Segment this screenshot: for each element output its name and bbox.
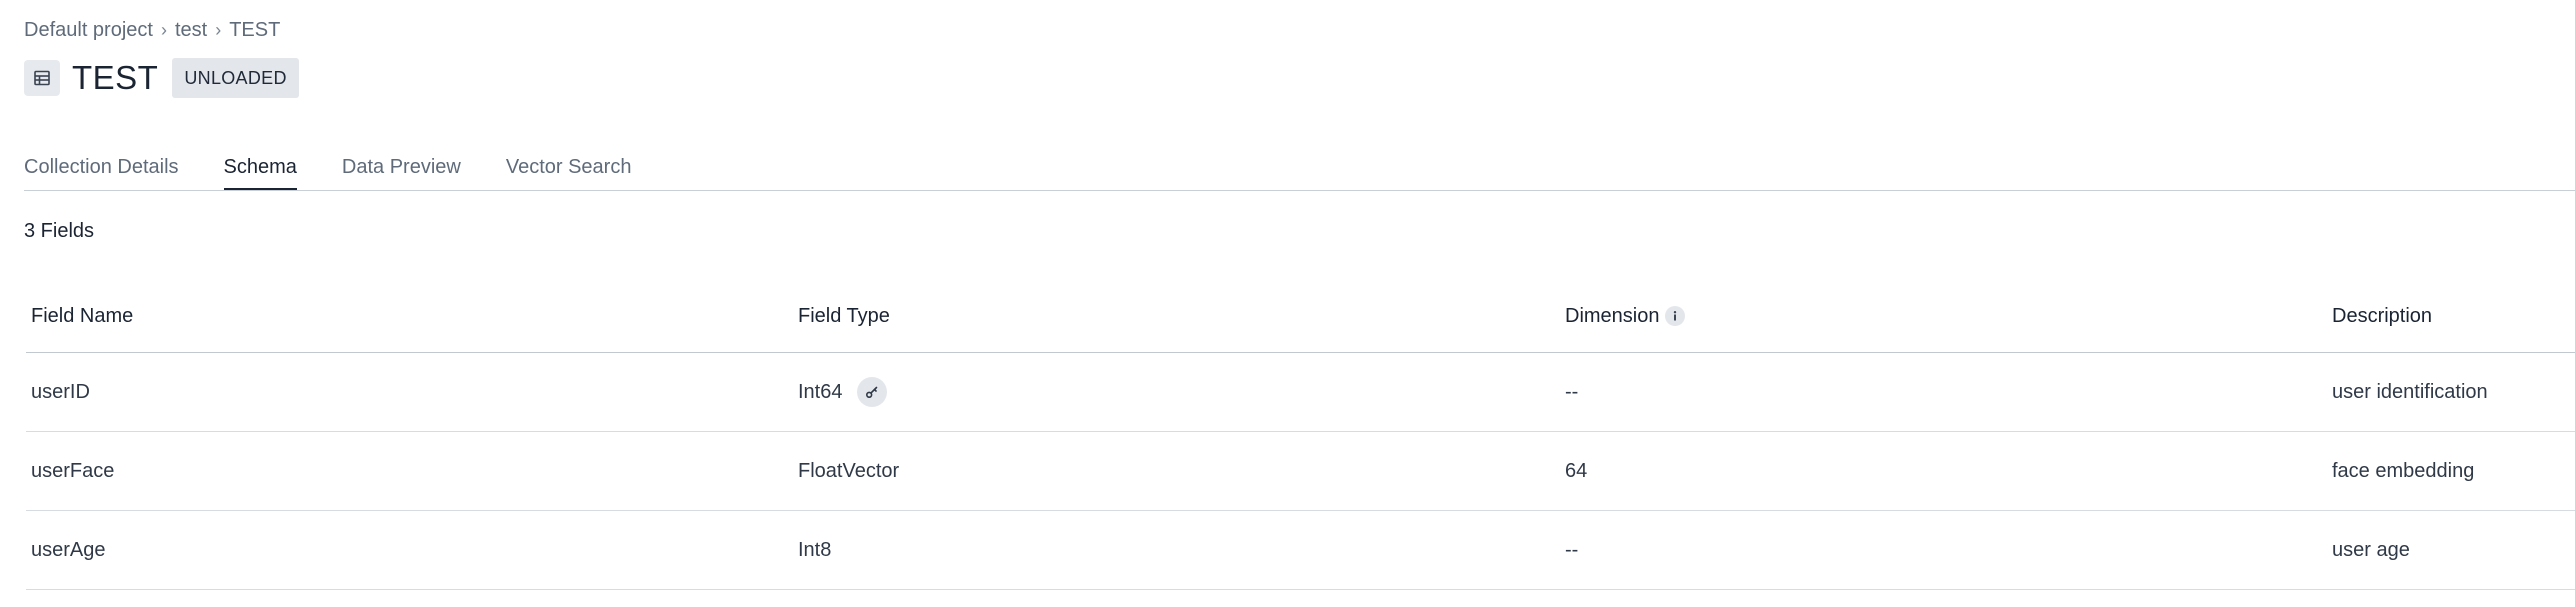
field-type-cell: Int8 [798,538,832,561]
description-cell: user age [2332,538,2410,561]
field-type-cell: FloatVector [798,459,900,482]
collection-header: TEST UNLOADED [24,58,299,98]
field-type-cell: Int64 [793,377,1560,407]
column-header-field-name: Field Name [31,304,134,327]
table-icon [24,60,60,96]
info-icon[interactable] [1665,306,1686,326]
breadcrumb-database[interactable]: test [175,19,207,42]
breadcrumb-separator: › [160,19,167,40]
description-cell: user identification [2332,380,2488,403]
field-name-cell: userID [31,380,90,403]
column-header-dimension-label: Dimension [1565,304,1660,327]
tab-collection-details[interactable]: Collection Details [24,150,179,191]
description-cell: face embedding [2332,459,2475,482]
field-type-label: Int64 [798,380,843,403]
table-header: Field Name Field Type Dimension Descript… [26,280,2575,353]
column-header-dimension: Dimension [1560,305,2327,328]
tab-data-preview[interactable]: Data Preview [342,150,461,191]
table-row: userFace FloatVector 64 face embedding [26,432,2575,511]
tab-vector-search[interactable]: Vector Search [506,150,632,191]
page-title: TEST [72,59,159,96]
field-name-cell: userFace [31,459,115,482]
dimension-cell: 64 [1565,459,1588,482]
tab-schema[interactable]: Schema [223,150,298,191]
column-header-field-type: Field Type [798,304,890,327]
dimension-cell: -- [1565,538,1579,561]
breadcrumb-collection: TEST [229,18,281,41]
field-name-cell: userAge [31,538,106,561]
breadcrumb-project[interactable]: Default project [24,19,153,42]
field-count: 3 Fields [24,220,95,242]
tab-bar: Collection Details Schema Data Preview V… [24,150,676,192]
tab-divider [24,190,2575,191]
breadcrumb-separator: › [215,19,222,40]
dimension-cell: -- [1565,380,1579,403]
table-row: userAge Int8 -- user age [26,511,2575,590]
status-badge: UNLOADED [172,58,299,98]
key-icon[interactable] [857,377,888,407]
column-header-description: Description [2332,304,2433,327]
schema-table: Field Name Field Type Dimension Descript… [26,280,2575,590]
table-row: userID Int64 -- user identification [26,353,2575,432]
breadcrumb: Default project › test › TEST [24,16,280,44]
